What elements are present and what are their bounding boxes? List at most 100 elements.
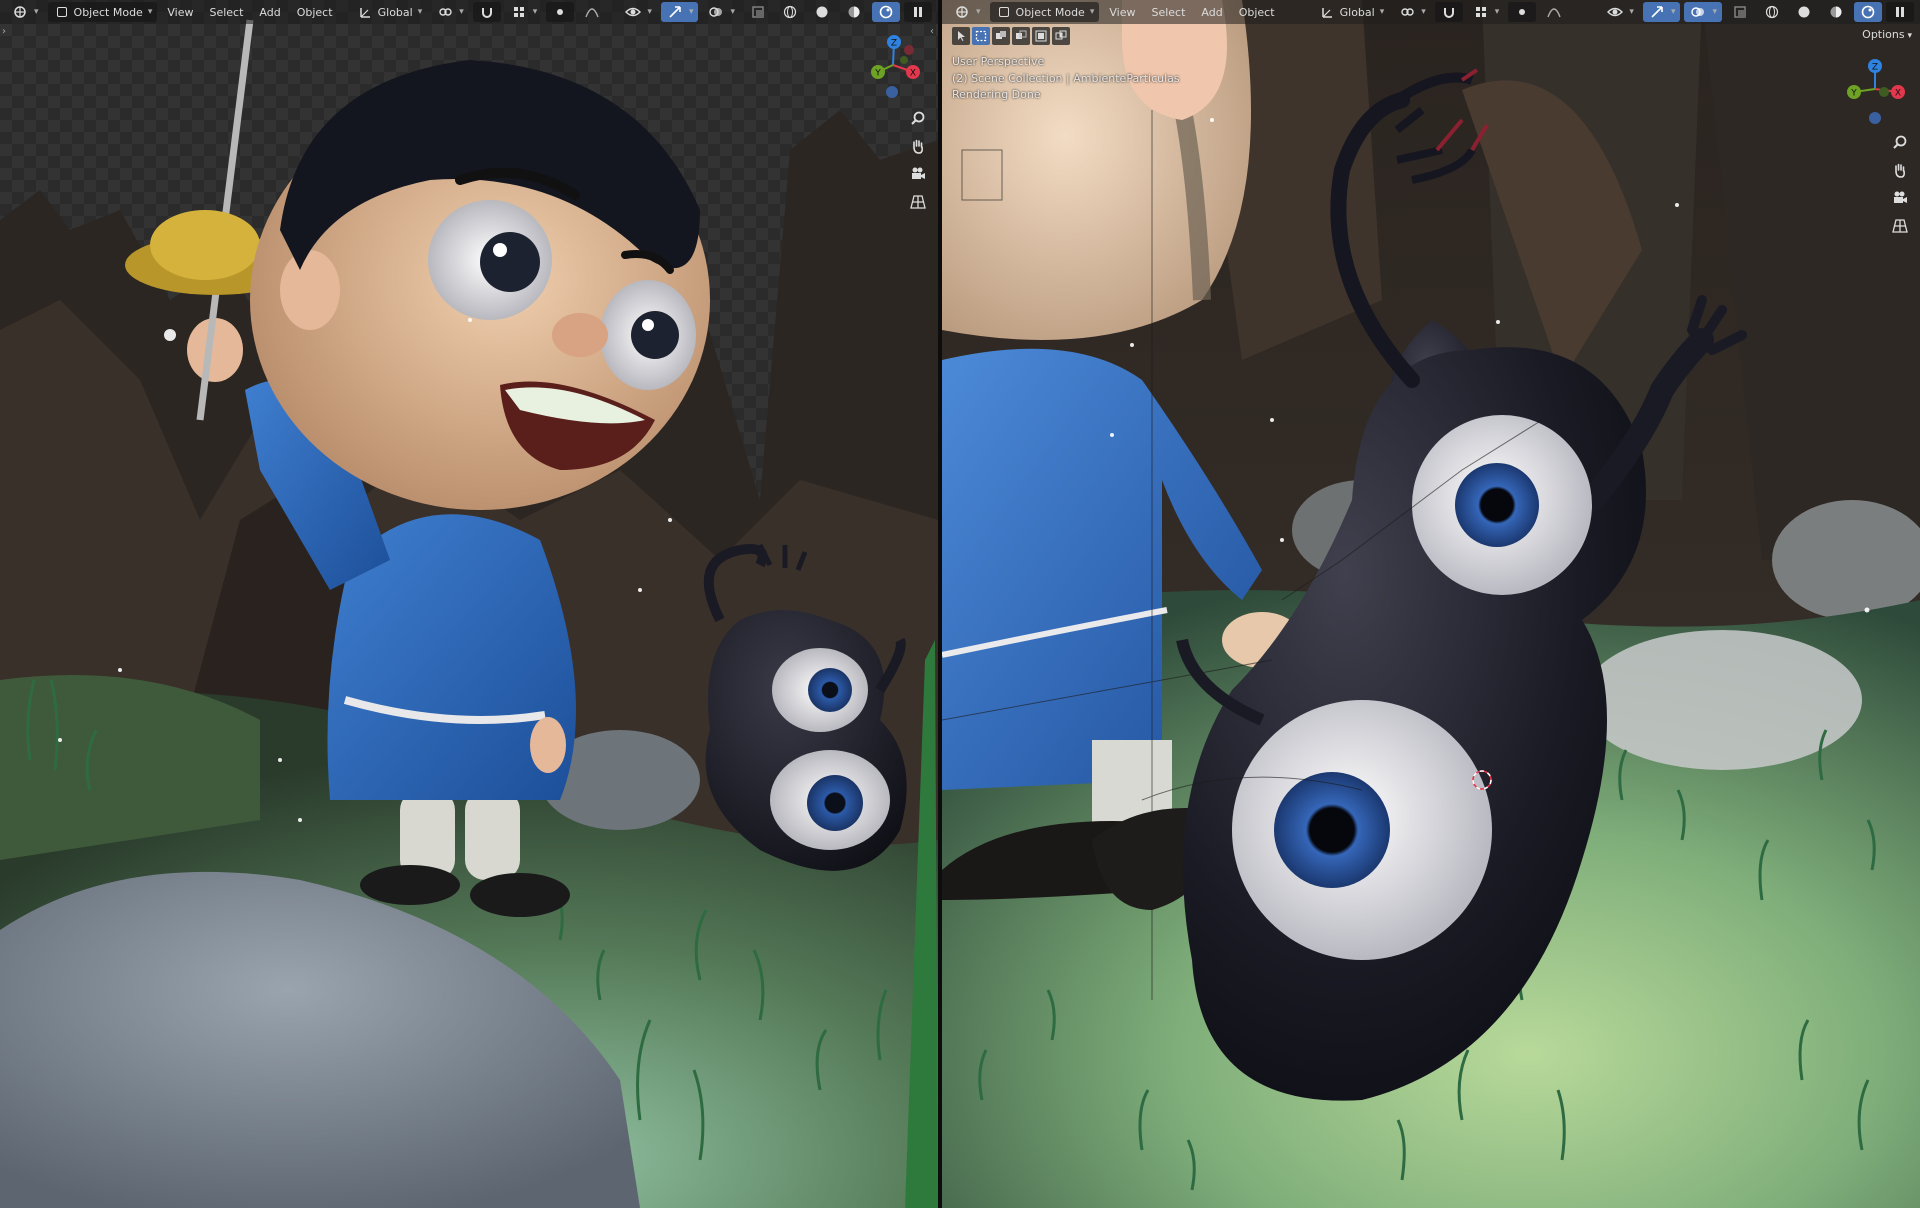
proportional-edit-icon (551, 3, 569, 21)
transform-orientation-dropdown[interactable]: Global (352, 2, 428, 22)
snap-target-dropdown[interactable] (505, 2, 543, 22)
proportional-editing-toggle[interactable] (1508, 2, 1537, 22)
proportional-edit-icon (1513, 3, 1531, 21)
select-invert-icon (1035, 30, 1047, 42)
menu-object[interactable]: Object (291, 6, 339, 19)
xray-toggle[interactable] (1726, 2, 1754, 22)
select-extend-icon (996, 31, 1006, 39)
shading-material-button[interactable] (840, 2, 868, 22)
pause-render-button[interactable] (1886, 2, 1914, 22)
object-mode-dropdown[interactable]: Object Mode (47, 2, 158, 22)
falloff-dropdown[interactable] (1540, 2, 1568, 22)
editor-type-button[interactable] (6, 2, 44, 22)
gizmo-neg-x[interactable] (904, 45, 914, 55)
zoom-button[interactable] (908, 108, 928, 128)
menu-object[interactable]: Object (1233, 6, 1281, 19)
select-subtract-button[interactable] (1012, 27, 1030, 45)
orientation-icon (357, 3, 375, 21)
pan-button[interactable] (1890, 160, 1910, 180)
zoom-button[interactable] (1890, 132, 1910, 152)
menu-view[interactable]: View (1103, 6, 1141, 19)
snap-toggle[interactable] (472, 2, 501, 22)
pause-render-button[interactable] (904, 2, 932, 22)
shading-rendered-button[interactable] (1854, 2, 1882, 22)
pivot-point-dropdown[interactable] (431, 2, 469, 22)
select-tool-button[interactable] (952, 27, 970, 45)
camera-view-button[interactable] (1890, 188, 1910, 208)
select-subtract-icon (1016, 30, 1027, 39)
gizmo-neg-z[interactable] (1869, 112, 1881, 124)
shading-solid-button[interactable] (1790, 2, 1818, 22)
shading-solid-button[interactable] (808, 2, 836, 22)
pivot-point-dropdown[interactable] (1393, 2, 1431, 22)
camera-icon (912, 167, 925, 179)
snap-toggle[interactable] (1434, 2, 1463, 22)
show-gizmo-toggle[interactable] (1642, 2, 1681, 22)
xray-icon (1731, 3, 1749, 21)
gizmo-neg-y[interactable] (900, 56, 908, 64)
rendered-sphere-icon (877, 3, 895, 21)
editor-type-icon (953, 3, 971, 21)
object-mode-icon (995, 3, 1013, 21)
gizmo-neg-y[interactable] (1879, 87, 1889, 97)
snap-target-dropdown[interactable] (1467, 2, 1505, 22)
toolbar-expand-arrow[interactable]: › (2, 26, 8, 38)
pan-button[interactable] (908, 136, 928, 156)
overlays-icon (1689, 3, 1707, 21)
proportional-editing-toggle[interactable] (546, 2, 575, 22)
gizmo-neg-z[interactable] (886, 86, 898, 98)
wireframe-sphere-icon (781, 3, 799, 21)
object-mode-dropdown[interactable]: Object Mode (989, 2, 1100, 22)
eye-icon (1606, 3, 1624, 21)
show-overlays-toggle[interactable] (1684, 2, 1722, 22)
viewport-header-right: Object Mode View Select Add Object Globa… (942, 0, 1920, 24)
falloff-curve-icon (583, 3, 601, 21)
viewport-right[interactable]: Object Mode View Select Add Object Globa… (942, 0, 1920, 1208)
navigation-buttons (908, 108, 928, 212)
perspective-toggle-button[interactable] (908, 192, 928, 212)
viewport-left[interactable]: Object Mode View Select Add Object Globa… (0, 0, 938, 1208)
axis-navigation-gizmo[interactable]: Z Y X (858, 30, 928, 100)
render-scene-left (0, 0, 938, 1208)
magnet-icon (1440, 3, 1458, 21)
show-gizmo-toggle[interactable] (660, 2, 699, 22)
material-sphere-icon (1827, 3, 1845, 21)
xray-icon (749, 3, 767, 21)
menu-select[interactable]: Select (203, 6, 249, 19)
magnet-icon (478, 3, 496, 21)
perspective-toggle-button[interactable] (1890, 216, 1910, 236)
options-dropdown[interactable]: Options (1862, 28, 1912, 41)
view-object-types-dropdown[interactable] (619, 2, 657, 22)
xray-toggle[interactable] (744, 2, 772, 22)
axis-navigation-gizmo[interactable]: Z Y X (1840, 54, 1910, 124)
show-overlays-toggle[interactable] (702, 2, 740, 22)
shading-rendered-button[interactable] (872, 2, 900, 22)
camera-view-button[interactable] (908, 164, 928, 184)
gizmo-x-label: X (910, 69, 916, 79)
menu-view[interactable]: View (161, 6, 199, 19)
shading-wireframe-button[interactable] (776, 2, 804, 22)
select-invert-button[interactable] (1032, 27, 1050, 45)
hand-icon (1895, 163, 1905, 178)
sidebar-expand-arrow[interactable]: ‹ (930, 26, 936, 38)
solid-sphere-icon (813, 3, 831, 21)
shading-material-button[interactable] (1822, 2, 1850, 22)
select-extend-button[interactable] (992, 27, 1010, 45)
gizmo-x-label: X (1895, 89, 1901, 99)
falloff-dropdown[interactable] (578, 2, 606, 22)
view-object-types-dropdown[interactable] (1601, 2, 1639, 22)
object-mode-label: Object Mode (1015, 5, 1085, 19)
menu-add[interactable]: Add (1195, 6, 1228, 19)
transform-orientation-dropdown[interactable]: Global (1314, 2, 1390, 22)
select-intersect-button[interactable] (1052, 27, 1070, 45)
editor-type-button[interactable] (948, 2, 986, 22)
grid-perspective-icon (910, 195, 926, 209)
orientation-label: Global (377, 5, 413, 19)
gizmo-y-label: Y (874, 69, 881, 79)
select-new-button[interactable] (972, 27, 990, 45)
snap-grid-icon (510, 3, 528, 21)
shading-wireframe-button[interactable] (1758, 2, 1786, 22)
menu-select[interactable]: Select (1145, 6, 1191, 19)
cursor-arrow-icon (958, 31, 965, 41)
menu-add[interactable]: Add (253, 6, 286, 19)
